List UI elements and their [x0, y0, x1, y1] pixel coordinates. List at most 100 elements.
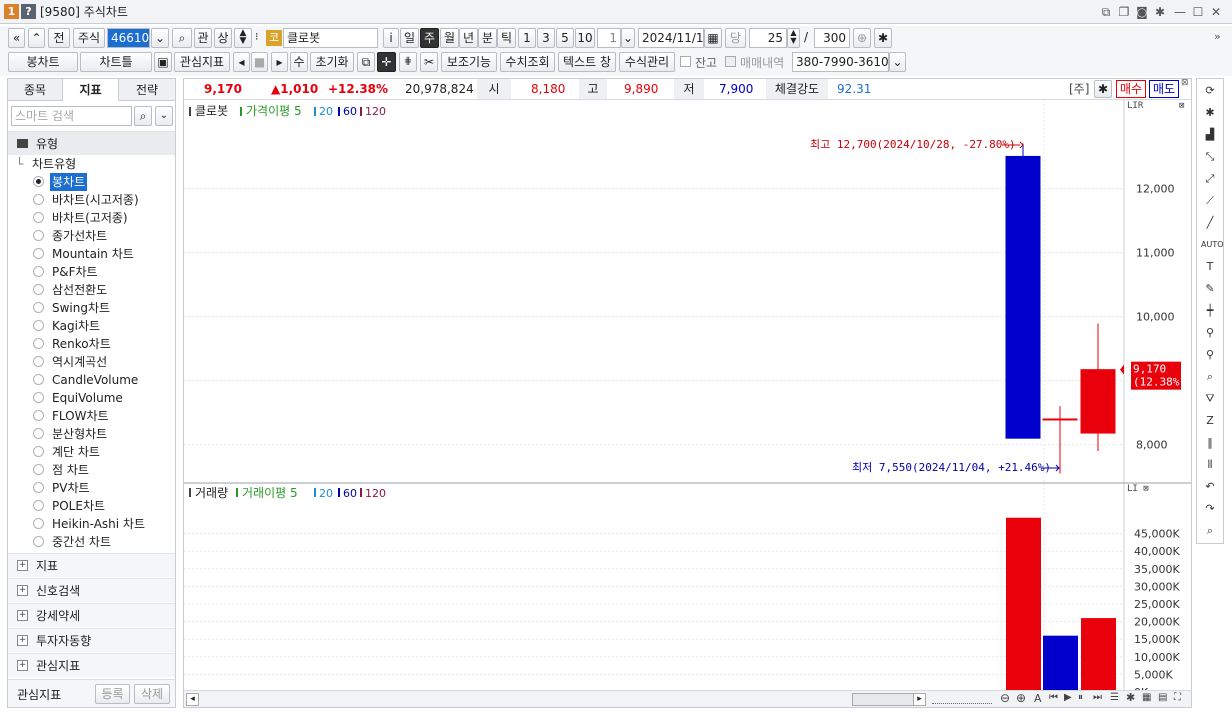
chart-type-item[interactable]: Swing차트 — [8, 299, 175, 317]
prev-button[interactable]: 전 — [48, 28, 70, 48]
interval-select[interactable]: 1 — [597, 28, 621, 48]
analysis-icon[interactable]: ⌕ — [1201, 368, 1219, 386]
radio-icon[interactable] — [33, 464, 44, 475]
chart-type-item[interactable]: Mountain 차트 — [8, 245, 175, 263]
code-dropdown-icon[interactable]: ⌄ — [151, 28, 169, 48]
reset-button[interactable]: 초기화 — [310, 52, 354, 72]
period-tick[interactable]: 틱 — [497, 28, 516, 48]
radio-icon[interactable] — [33, 482, 44, 493]
save-icon[interactable]: ▣ — [154, 52, 172, 72]
radio-icon[interactable] — [33, 338, 44, 349]
bar-chart-icon[interactable]: ▟ — [1201, 126, 1219, 144]
fibonacci-icon[interactable]: Ζ — [1201, 412, 1219, 430]
expand-icon[interactable]: + — [17, 635, 28, 646]
expand-icon[interactable]: + — [17, 560, 28, 571]
radio-icon[interactable] — [33, 320, 44, 331]
period-minute[interactable]: 분 — [478, 28, 497, 48]
radio-icon[interactable] — [33, 446, 44, 457]
total-input[interactable]: 300 — [814, 28, 850, 48]
period-day[interactable]: 일 — [400, 28, 419, 48]
radio-icon[interactable] — [33, 266, 44, 277]
sell-button[interactable]: 매도 — [1149, 80, 1179, 98]
last-page-icon[interactable]: ⏭ — [1093, 692, 1102, 703]
link-icon[interactable]: ⧉ — [1098, 4, 1114, 20]
chart-type-item[interactable]: 봉차트 — [8, 173, 175, 191]
aux-function-button[interactable]: 보조기능 — [441, 52, 497, 72]
updown-stepper[interactable]: ▲ ▼ — [234, 28, 252, 48]
chart-type-button[interactable]: 봉차트 — [8, 52, 78, 72]
smart-search-input[interactable]: 스마트 검색 — [11, 106, 132, 126]
type-section[interactable]: 유형 — [8, 131, 175, 155]
zoom-in-icon[interactable]: ⊕ — [853, 28, 871, 48]
close-icon[interactable]: ✕ — [1208, 4, 1224, 20]
zoom-in-icon[interactable]: ⊕ — [1016, 691, 1026, 705]
shape-icon[interactable]: ⛛ — [1201, 390, 1219, 408]
date-input[interactable]: 2024/11/11 — [638, 28, 704, 48]
window-icon[interactable]: ⧉ — [357, 52, 375, 72]
stop-icon[interactable]: ■ — [251, 52, 268, 72]
candle-icon[interactable]: ┿ — [1201, 302, 1219, 320]
gwan-button[interactable]: 관 — [194, 28, 212, 48]
buy-button[interactable]: 매수 — [1116, 80, 1146, 98]
expand-icon[interactable]: + — [17, 610, 28, 621]
trendline-plus-icon[interactable]: ⤡ — [1201, 148, 1219, 166]
tab-strategy[interactable]: 전략 — [119, 79, 175, 101]
radio-icon[interactable] — [33, 230, 44, 241]
chart-type-item[interactable]: 분산형차트 — [8, 425, 175, 443]
pause-icon[interactable]: ⏸ — [1078, 692, 1083, 703]
sang-button[interactable]: 상 — [214, 28, 232, 48]
info-button[interactable]: i — [383, 28, 399, 48]
chart-settings-icon[interactable]: ✱ — [1094, 80, 1112, 98]
chart-type-item[interactable]: 계단 차트 — [8, 443, 175, 461]
window-number-icon[interactable]: 1 — [4, 4, 19, 19]
scroll-left-icon[interactable]: ◂ — [186, 693, 199, 706]
ruler-icon[interactable]: ⋕ — [399, 52, 417, 72]
radio-icon[interactable] — [33, 176, 44, 187]
chart-type-item[interactable]: P&F차트 — [8, 263, 175, 281]
account-dropdown-icon[interactable]: ⌄ — [889, 52, 906, 72]
maximize-icon[interactable]: ☐ — [1190, 4, 1206, 20]
section-4[interactable]: + 관심지표 — [8, 653, 175, 677]
text-window-button[interactable]: 텍스트 창 — [558, 52, 616, 72]
scissors-icon[interactable]: ✂ — [420, 52, 438, 72]
value-query-button[interactable]: 수치조회 — [500, 52, 555, 72]
interval-3[interactable]: 3 — [537, 28, 555, 48]
settings-small-icon[interactable]: ✱ — [1126, 691, 1135, 704]
chart-type-item[interactable]: 종가선차트 — [8, 227, 175, 245]
chart-type-item[interactable]: 역시계곡선 — [8, 353, 175, 371]
refresh-icon[interactable]: ⟳ — [1201, 82, 1219, 100]
register-button[interactable]: 등록 — [95, 684, 130, 704]
chart-type-item[interactable]: 중간선 차트 — [8, 533, 175, 551]
pen-icon[interactable]: ✎ — [1201, 280, 1219, 298]
chart-type-item[interactable]: FLOW차트 — [8, 407, 175, 425]
stock-name-field[interactable]: 클로봇 — [283, 28, 378, 48]
market-select[interactable]: 주식 — [73, 28, 105, 48]
section-1[interactable]: + 신호검색 — [8, 578, 175, 602]
delete-button[interactable]: 삭제 — [134, 684, 170, 704]
radio-icon[interactable] — [33, 500, 44, 511]
chart-type-item[interactable]: CandleVolume — [8, 371, 175, 389]
prev-arrow-icon[interactable]: ◂ — [233, 52, 250, 72]
grid-icon[interactable]: ▦ — [1142, 692, 1151, 703]
next-arrow-icon[interactable]: ▸ — [271, 52, 288, 72]
chart-canvas[interactable]: 12,000 11,000 10,000 8,000 45,000K 40,000K 35,… — [184, 100, 1191, 707]
stock-code-input[interactable]: 466100 — [107, 28, 150, 48]
balance-checkbox[interactable] — [680, 56, 691, 67]
period-month[interactable]: 월 — [440, 28, 459, 48]
chart-type-item[interactable]: EquiVolume — [8, 389, 175, 407]
first-page-icon[interactable]: ⏮ — [1049, 692, 1058, 703]
chart-type-item[interactable]: Renko차트 — [8, 335, 175, 353]
crosshair-icon[interactable]: ✛ — [377, 52, 396, 72]
chart-frame-button[interactable]: 차트틀 — [80, 52, 152, 72]
minimize-icon[interactable]: — — [1172, 4, 1188, 20]
search-icon[interactable]: ⌕ — [172, 28, 192, 48]
interval-10[interactable]: 10 — [575, 28, 595, 48]
section-3[interactable]: + 투자자동향 — [8, 628, 175, 652]
tab-stocks[interactable]: 종목 — [8, 79, 63, 101]
search-icon[interactable]: ⌕ — [134, 106, 152, 126]
tab-indicators[interactable]: 지표 — [63, 79, 119, 101]
formula-management-button[interactable]: 수식관리 — [619, 52, 675, 72]
auto-trend-icon[interactable]: AUTO — [1201, 236, 1224, 254]
expand-icon[interactable]: + — [17, 660, 28, 671]
su-button[interactable]: 수 — [290, 52, 308, 72]
